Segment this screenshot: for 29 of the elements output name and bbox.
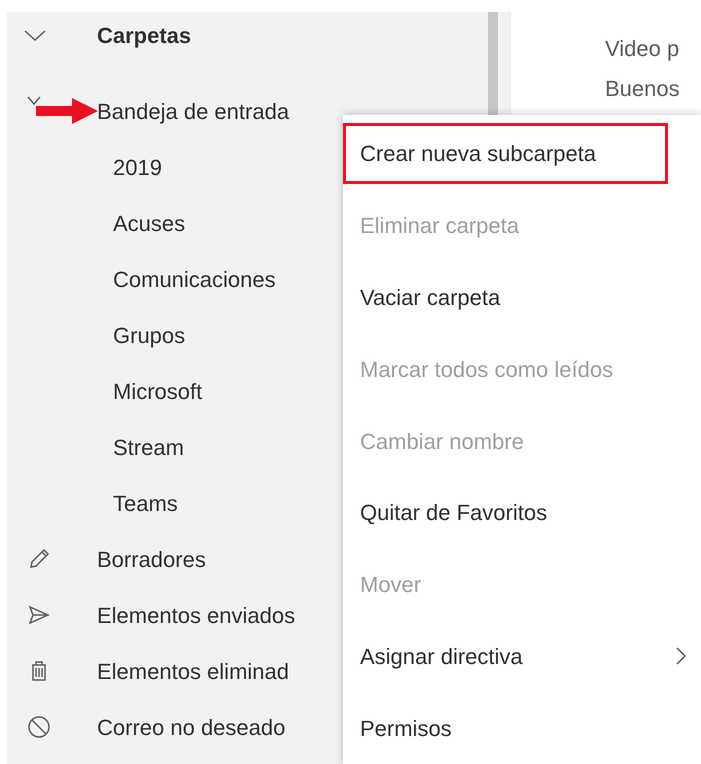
block-icon [27,715,51,739]
folder-item[interactable]: Elementos eliminad [97,654,289,688]
subfolder-item[interactable]: Stream [113,430,184,464]
subfolder-item[interactable]: Comunicaciones [113,262,276,296]
menu-item[interactable]: Asignar directiva [343,620,701,692]
menu-item: Marcar todos como leídos [343,333,701,406]
folder-item[interactable]: Bandeja de entrada [97,94,290,128]
folder-item[interactable]: Elementos enviados [97,598,296,632]
message-snippet: Video p [605,35,680,62]
menu-item[interactable]: Quitar de Favoritos [343,476,701,549]
section-header[interactable]: Carpetas [97,18,192,52]
menu-item: Mover [343,548,701,620]
pencil-icon [27,547,51,571]
subfolder-item[interactable]: Microsoft [113,374,202,408]
menu-item[interactable]: Vaciar carpeta [343,262,701,334]
send-icon [27,603,51,627]
scrollbar-thumb[interactable] [488,12,498,115]
menu-item[interactable]: Crear nueva subcarpeta [343,123,668,184]
message-snippet: Buenos [605,75,681,102]
menu-item[interactable]: Permisos [343,692,701,764]
menu-item: Cambiar nombre [343,405,701,477]
subfolder-item[interactable]: Acuses [113,206,186,240]
folder-item[interactable]: Borradores [97,542,206,576]
menu-item: Eliminar carpeta [343,190,701,262]
subfolder-item[interactable]: Teams [113,486,178,520]
chevron-right-icon [675,646,687,666]
subfolder-item[interactable]: Grupos [113,318,186,352]
subfolder-item[interactable]: 2019 [113,150,162,184]
folder-item[interactable]: Correo no deseado [97,710,286,744]
